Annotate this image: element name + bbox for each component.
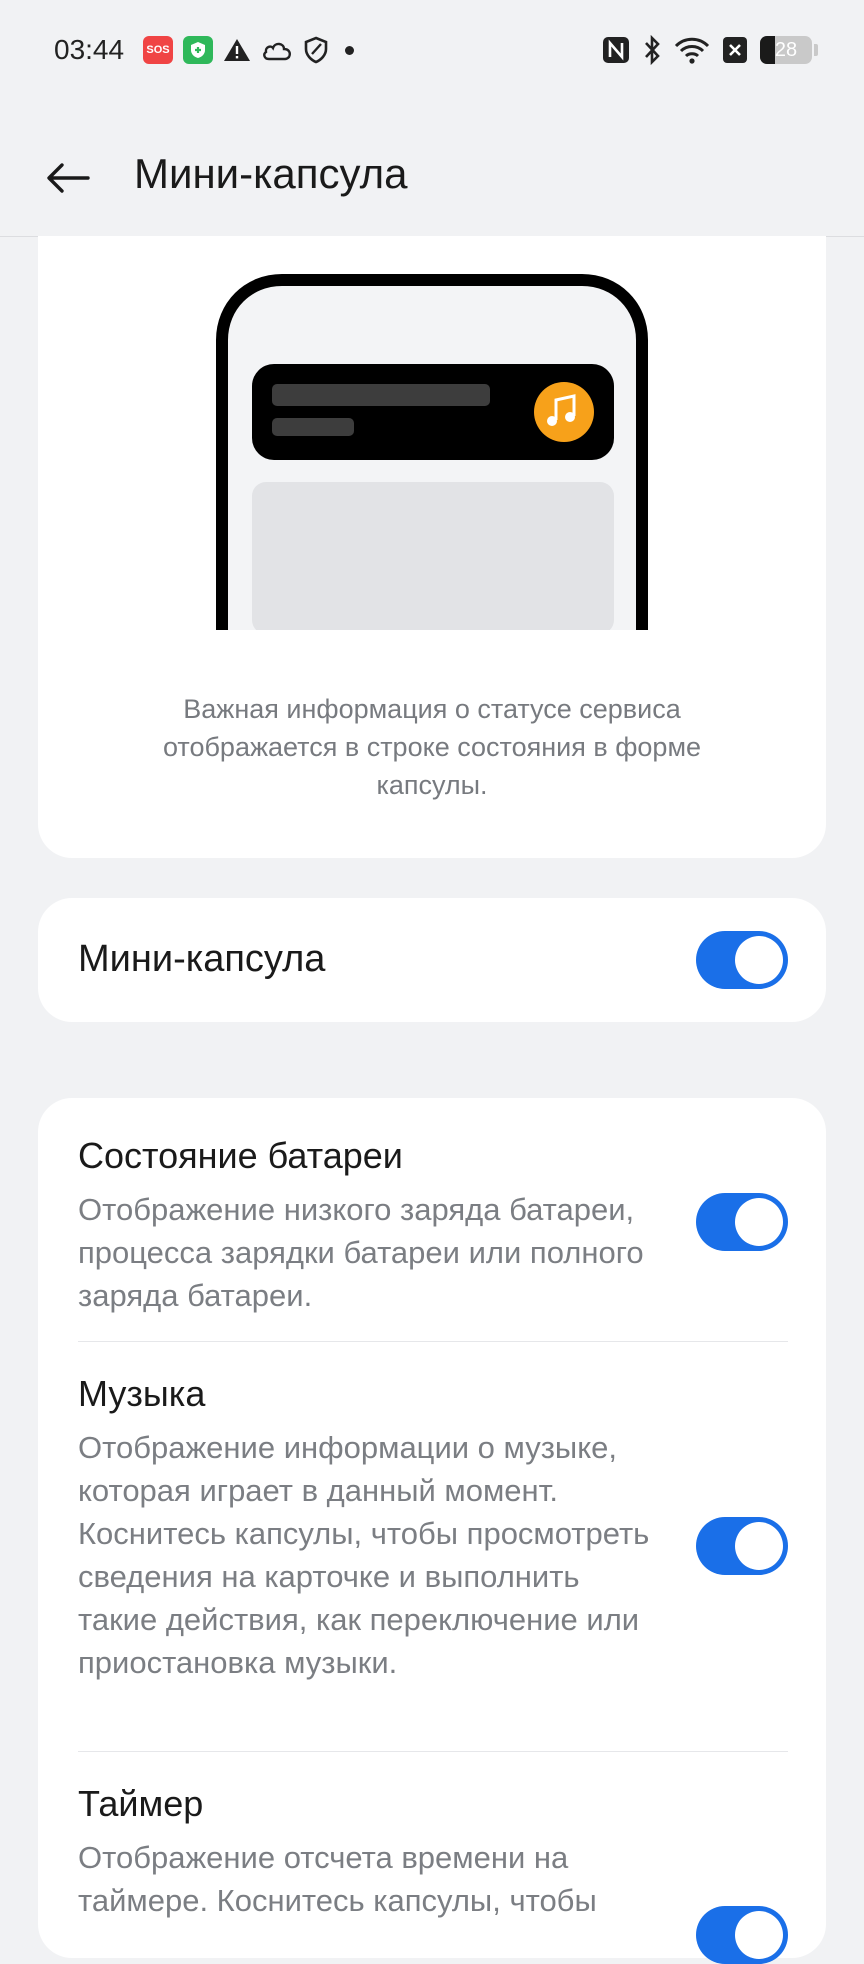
warning-icon	[223, 37, 251, 63]
divider	[78, 1341, 788, 1342]
option-timer-row[interactable]: Таймер Отображение отсчета времени на та…	[78, 1782, 788, 1922]
option-description: Отображение информации о музыке, которая…	[78, 1430, 650, 1680]
divider	[78, 1751, 788, 1752]
battery-icon: 28	[760, 36, 812, 64]
options-card: Состояние батареи Отображение низкого за…	[38, 1098, 826, 1964]
main-toggle-card[interactable]: Мини-капсула	[38, 898, 826, 1022]
timer-toggle-switch[interactable]	[696, 1906, 788, 1964]
option-title: Таймер	[78, 1783, 204, 1824]
switch-knob	[735, 936, 783, 984]
wifi-icon	[674, 36, 710, 64]
main-toggle-switch[interactable]	[696, 931, 788, 989]
music-toggle-switch[interactable]	[696, 1517, 788, 1575]
option-title: Состояние батареи	[78, 1135, 403, 1176]
option-title: Музыка	[78, 1373, 206, 1414]
switch-knob	[735, 1522, 783, 1570]
phone-illustration	[216, 270, 648, 634]
back-arrow-icon	[47, 163, 90, 193]
close-box-icon	[722, 36, 748, 64]
page-title: Мини-капсула	[134, 150, 408, 197]
battery-tip	[814, 44, 818, 56]
option-description: Отображение низкого заряда батареи, проц…	[78, 1192, 644, 1313]
option-music-row[interactable]: Музыка Отображение информации о музыке, …	[78, 1372, 788, 1684]
switch-knob	[735, 1198, 783, 1246]
system-icons: 28	[602, 34, 818, 66]
notification-icons: SOS	[143, 34, 354, 66]
option-battery-row[interactable]: Состояние батареи Отображение низкого за…	[78, 1134, 788, 1317]
app-header: Мини-капсула	[0, 100, 864, 237]
main-toggle-label: Мини-капсула	[78, 938, 326, 980]
status-bar: 03:44 SOS 28	[0, 0, 864, 100]
illustration-description: Важная информация о статусе сервиса отоб…	[162, 694, 702, 800]
sos-icon: SOS	[143, 36, 173, 64]
battery-toggle-switch[interactable]	[696, 1193, 788, 1251]
bluetooth-icon	[642, 35, 662, 65]
option-description: Отображение отсчета времени на таймере. …	[78, 1840, 597, 1918]
status-time: 03:44	[54, 34, 125, 65]
shield-outline-icon	[303, 36, 329, 64]
illustration-card: Важная информация о статусе сервиса отоб…	[38, 236, 826, 858]
nfc-icon	[602, 36, 630, 64]
switch-knob	[735, 1911, 783, 1959]
back-button[interactable]	[30, 140, 106, 216]
dot-icon	[345, 45, 354, 55]
shield-plus-icon	[183, 36, 213, 64]
cloud-icon	[261, 38, 293, 62]
battery-level: 28	[774, 38, 798, 61]
